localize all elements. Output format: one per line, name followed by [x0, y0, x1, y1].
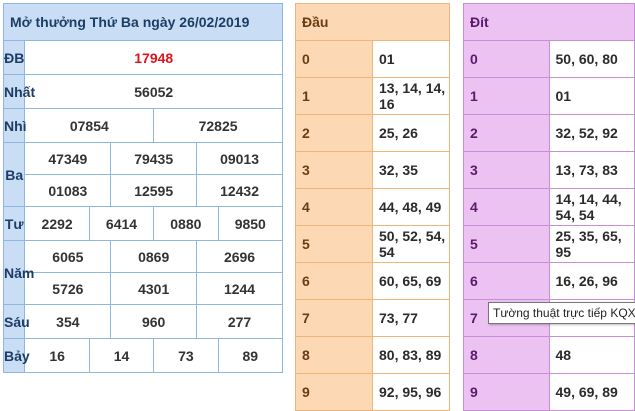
dit-values: 50, 60, 80 — [549, 40, 635, 78]
prize-ba-value: 79435 — [110, 142, 198, 175]
dau-row: 9 92, 95, 96 — [295, 373, 450, 411]
prize-tu-value: 6414 — [88, 206, 155, 241]
prize-nam-value: 0869 — [110, 240, 198, 273]
dau-row: 3 32, 35 — [295, 151, 450, 189]
dit-values: 16, 26, 96 — [549, 262, 635, 300]
prize-nam-value: 2696 — [196, 240, 283, 273]
prize-ba-value: 12595 — [110, 174, 198, 207]
prize-nam-value: 1244 — [196, 272, 283, 305]
dit-row: 8 48 — [463, 336, 635, 374]
prize-nhi-value: 72825 — [153, 108, 283, 143]
dau-values: 13, 14, 14, 16 — [372, 77, 450, 115]
dit-digit: 2 — [463, 114, 550, 152]
prize-nam-value: 4301 — [110, 272, 198, 305]
prize-bay-value: 16 — [24, 338, 90, 373]
prize-nhat-value: 56052 — [24, 74, 283, 109]
dit-table: Đít 0 50, 60, 80 1 01 2 32, 52, 92 3 13, 73,… — [463, 3, 635, 411]
dit-digit: 4 — [463, 188, 550, 226]
dit-digit: 3 — [463, 151, 550, 189]
prize-label-nam: Năm — [2, 240, 34, 305]
dit-digit: 5 — [463, 225, 550, 263]
results-table: Mở thưởng Thứ Ba ngày 26/02/2019 ĐB 1794… — [2, 3, 284, 373]
prize-tu-value: 0880 — [153, 206, 219, 241]
dit-values: 32, 52, 92 — [549, 114, 635, 152]
prize-label-nhi: Nhì — [2, 108, 27, 143]
dau-row: 4 44, 48, 49 — [295, 188, 450, 226]
prize-bay-value: 89 — [217, 338, 284, 373]
dit-row: 4 14, 14, 44, 54, 54 — [463, 188, 635, 226]
prize-bay-value: 73 — [153, 338, 219, 373]
dau-digit: 4 — [295, 188, 373, 226]
dau-row: 2 25, 26 — [295, 114, 450, 152]
dit-digit: 6 — [463, 262, 550, 300]
dau-digit: 5 — [295, 225, 373, 263]
dit-header: Đít — [463, 3, 635, 41]
dit-values: 48 — [549, 336, 635, 374]
dau-header: Đầu — [295, 3, 450, 41]
prize-label-bay: Bảy — [2, 338, 30, 373]
dit-digit: 9 — [463, 373, 550, 411]
dau-row: 8 80, 83, 89 — [295, 336, 450, 374]
results-title: Mở thưởng Thứ Ba ngày 26/02/2019 — [3, 3, 283, 41]
dit-row: 9 49, 69, 89 — [463, 373, 635, 411]
dau-values: 50, 52, 54, 54 — [372, 225, 450, 263]
dau-row: 6 60, 65, 69 — [295, 262, 450, 300]
dau-digit: 7 — [295, 299, 373, 337]
prize-db-value: 17948 — [24, 40, 283, 75]
prize-ba-value: 47349 — [24, 142, 112, 175]
prize-ba-value: 12432 — [196, 174, 283, 207]
dit-row: 3 13, 73, 83 — [463, 151, 635, 189]
dau-table: Đầu 0 01 1 13, 14, 14, 16 2 25, 26 3 32, 35 … — [295, 3, 450, 411]
prize-ba-value: 01083 — [24, 174, 112, 207]
dau-values: 44, 48, 49 — [372, 188, 450, 226]
dau-digit: 3 — [295, 151, 373, 189]
dit-values: 25, 35, 65, 95 — [549, 225, 635, 263]
dau-values: 60, 65, 69 — [372, 262, 450, 300]
prize-label-sau: Sáu — [2, 304, 30, 339]
dit-digit: 1 — [463, 77, 550, 115]
dau-values: 80, 83, 89 — [372, 336, 450, 374]
dau-row: 0 01 — [295, 40, 450, 78]
prize-label-ba: Ba — [2, 142, 26, 207]
dau-values: 01 — [372, 40, 450, 78]
prize-nhi-value: 07854 — [24, 108, 155, 143]
dit-row: 6 16, 26, 96 — [463, 262, 635, 300]
dau-digit: 0 — [295, 40, 373, 78]
dit-row: 1 01 — [463, 77, 635, 115]
dit-row: 0 50, 60, 80 — [463, 40, 635, 78]
dau-digit: 8 — [295, 336, 373, 374]
dit-values: 01 — [549, 77, 635, 115]
dit-values: 49, 69, 89 — [549, 373, 635, 411]
dit-values: 14, 14, 44, 54, 54 — [549, 188, 635, 226]
prize-nam-value: 6065 — [24, 240, 112, 273]
prize-sau-value: 354 — [24, 304, 112, 339]
prize-ba-value: 09013 — [196, 142, 283, 175]
dit-digit: 8 — [463, 336, 550, 374]
prize-sau-value: 277 — [196, 304, 283, 339]
dit-row: 5 25, 35, 65, 95 — [463, 225, 635, 263]
prize-tu-value: 9850 — [217, 206, 284, 241]
prize-label-db: ĐB — [2, 40, 26, 75]
dau-digit: 9 — [295, 373, 373, 411]
prize-bay-value: 14 — [88, 338, 155, 373]
dau-row: 1 13, 14, 14, 16 — [295, 77, 450, 115]
dau-row: 5 50, 52, 54, 54 — [295, 225, 450, 263]
dau-row: 7 73, 77 — [295, 299, 450, 337]
dau-values: 73, 77 — [372, 299, 450, 337]
prize-tu-value: 2292 — [24, 206, 90, 241]
dit-values: 13, 73, 83 — [549, 151, 635, 189]
prize-nam-value: 5726 — [24, 272, 112, 305]
prize-sau-value: 960 — [110, 304, 198, 339]
dau-digit: 6 — [295, 262, 373, 300]
dau-digit: 2 — [295, 114, 373, 152]
tooltip: Tường thuật trực tiếp KQXS — [488, 302, 635, 324]
dit-digit: 0 — [463, 40, 550, 78]
dau-digit: 1 — [295, 77, 373, 115]
dit-row: 2 32, 52, 92 — [463, 114, 635, 152]
dau-values: 32, 35 — [372, 151, 450, 189]
dau-values: 25, 26 — [372, 114, 450, 152]
prize-label-tu: Tư — [2, 206, 26, 241]
prize-label-nhat: Nhất — [2, 74, 35, 109]
dau-values: 92, 95, 96 — [372, 373, 450, 411]
